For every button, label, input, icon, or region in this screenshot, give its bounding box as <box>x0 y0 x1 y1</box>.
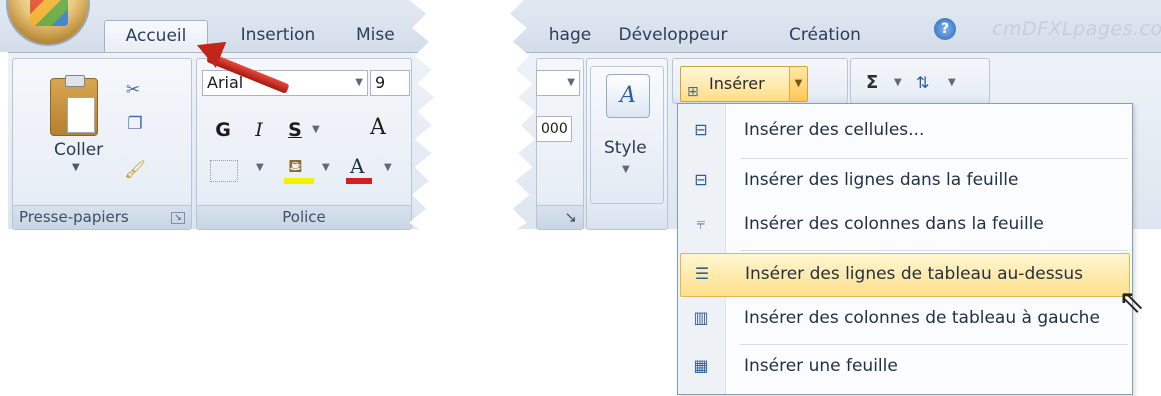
font-family-value: Arial <box>207 73 244 92</box>
italic-button[interactable]: I <box>244 116 274 146</box>
font-color-icon[interactable]: A <box>342 154 374 186</box>
font-color-letter: A <box>350 154 365 178</box>
chevron-down-icon[interactable]: ▼ <box>355 71 363 95</box>
zoom-field[interactable]: 000 <box>536 116 572 142</box>
font-color-dropdown-icon[interactable]: ▼ <box>384 162 392 173</box>
menu-item-insert-table-rows-above[interactable]: ☰ Insérer des lignes de tableau au-dessu… <box>680 253 1130 297</box>
underline-dropdown-icon[interactable]: ▼ <box>312 124 320 135</box>
autosum-button[interactable]: Σ ▼ ⇅ ▼ <box>856 66 980 102</box>
insert-button-label: Insérer <box>709 74 765 93</box>
menu-item-label: Insérer des lignes de tableau au-dessus <box>745 264 1084 284</box>
menu-item-insert-cells[interactable]: ⊟ Insérer des cellules... <box>680 110 1130 154</box>
mouse-cursor-icon: ⇖ <box>1118 282 1145 320</box>
style-label: Style <box>604 138 647 158</box>
paste-icon[interactable] <box>50 75 98 136</box>
tab-creation[interactable]: Création <box>760 20 890 52</box>
menu-separator <box>740 344 1128 345</box>
menu-separator <box>740 250 1128 251</box>
fill-color-icon[interactable]: ⛾ <box>282 156 316 184</box>
menu-item-insert-sheet[interactable]: ▦ Insérer une feuille <box>680 346 1130 390</box>
menu-item-insert-sheet-columns[interactable]: ⫧ Insérer des colonnes dans la feuille <box>680 204 1130 248</box>
menu-item-insert-table-columns-left[interactable]: ▥ Insérer des colonnes de tableau à gauc… <box>680 298 1130 342</box>
watermark: cmDFXLpages.com <box>992 18 1161 40</box>
insert-sheet-icon: ▦ <box>693 356 709 375</box>
styles-icon: A <box>606 74 650 118</box>
help-icon[interactable]: ? <box>934 18 956 40</box>
menu-item-label: Insérer des lignes dans la feuille <box>744 170 1019 190</box>
borders-dropdown-icon[interactable]: ▼ <box>256 162 264 173</box>
format-painter-icon[interactable]: 🖌 <box>124 160 146 180</box>
insert-button[interactable]: ⊞ Insérer ▼ <box>680 66 808 102</box>
borders-icon[interactable] <box>210 160 238 182</box>
insert-table-rows-icon: ☰ <box>694 264 710 283</box>
chevron-down-icon[interactable]: ▼ <box>789 67 807 101</box>
paste-button-label[interactable]: Coller <box>54 140 103 160</box>
sum-dropdown-icon[interactable]: ▼ <box>894 66 902 100</box>
grow-font-button[interactable]: A <box>362 114 394 144</box>
chevron-down-icon[interactable]: ▼ <box>567 71 575 95</box>
style-dropdown-icon[interactable]: ▼ <box>622 164 630 175</box>
dialog-launcher-icon[interactable]: ↘ <box>564 208 577 226</box>
sort-filter-icon[interactable]: ⇅ <box>916 66 929 100</box>
bold-button[interactable]: G <box>208 116 238 146</box>
fill-dropdown-icon[interactable]: ▼ <box>322 162 330 173</box>
tab-insertion[interactable]: Insertion <box>226 20 330 52</box>
menu-item-label: Insérer des colonnes de tableau à gauche <box>744 308 1100 328</box>
menu-item-label: Insérer des cellules... <box>744 120 925 140</box>
insert-cells-icon: ⊟ <box>694 120 708 139</box>
insert-table-columns-icon: ▥ <box>693 308 709 327</box>
tab-affichage[interactable]: hage <box>540 20 600 52</box>
paste-dropdown-icon[interactable]: ▼ <box>72 162 80 173</box>
tab-developpeur[interactable]: Développeur <box>608 20 738 52</box>
font-size-combo[interactable]: 9 <box>370 70 410 96</box>
underline-button[interactable]: S <box>280 116 310 146</box>
tab-accueil[interactable]: Accueil <box>104 20 208 52</box>
group-label-font: Police <box>197 205 411 229</box>
menu-item-label: Insérer une feuille <box>744 356 898 376</box>
dialog-launcher-icon[interactable]: ↘ <box>171 212 185 224</box>
cut-icon[interactable]: ✂ <box>122 80 144 100</box>
copy-icon[interactable]: ❐ <box>124 114 146 134</box>
insert-rows-icon: ⊟ <box>694 170 708 189</box>
group-label-clipboard: Presse-papiers <box>13 205 191 229</box>
partial-combo[interactable]: ▼ <box>536 70 580 96</box>
menu-item-insert-sheet-rows[interactable]: ⊟ Insérer des lignes dans la feuille <box>680 160 1130 204</box>
tab-mise-en-page[interactable]: Mise <box>356 20 402 52</box>
sort-dropdown-icon[interactable]: ▼ <box>948 66 956 100</box>
menu-item-label: Insérer des colonnes dans la feuille <box>744 214 1044 234</box>
font-size-value: 9 <box>375 73 386 92</box>
sum-icon: Σ <box>866 72 879 93</box>
insert-columns-icon: ⫧ <box>696 214 706 233</box>
menu-separator <box>740 158 1128 159</box>
